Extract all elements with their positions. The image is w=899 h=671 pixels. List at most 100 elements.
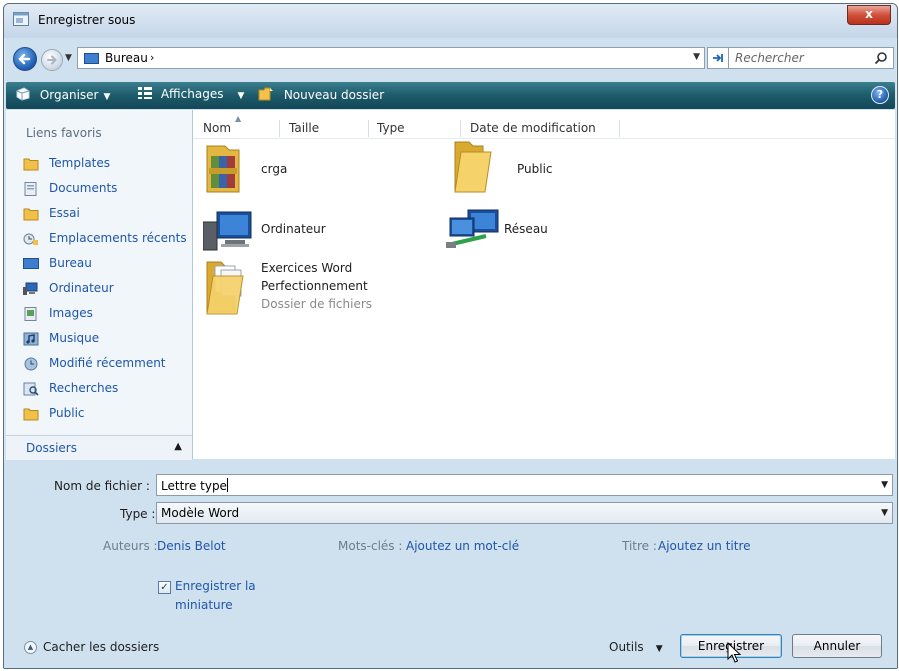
file-item-crga[interactable]: crga	[203, 142, 343, 198]
file-item-public[interactable]: Public	[451, 140, 601, 196]
tools-menu[interactable]: Outils ▼	[609, 640, 663, 654]
column-header-date[interactable]: Date de modification	[470, 121, 596, 135]
pictures-icon	[24, 307, 37, 321]
tools-chevron-icon: ▼	[655, 644, 663, 654]
close-button[interactable]: x	[847, 5, 891, 25]
desktop-icon	[84, 53, 99, 64]
views-icon	[138, 87, 152, 99]
refresh-button[interactable]	[707, 47, 729, 69]
address-bar[interactable]: Bureau › ▼	[77, 47, 705, 69]
file-name: Réseau	[504, 222, 548, 236]
favorite-label: Essai	[49, 206, 80, 220]
folders-toggle[interactable]: Dossiers ▲	[6, 435, 192, 460]
searches-icon	[23, 382, 39, 396]
file-name: Public	[517, 162, 553, 176]
folder-icon	[454, 141, 492, 193]
organize-menu[interactable]: Organiser ▼	[16, 87, 110, 102]
recently-changed-icon	[24, 357, 38, 371]
column-header-type[interactable]: Type	[377, 121, 405, 135]
folder-with-papers-icon	[206, 261, 244, 315]
favorite-label: Images	[49, 306, 93, 320]
desktop-icon	[23, 258, 39, 269]
search-icon[interactable]	[874, 51, 888, 65]
forward-arrow-icon	[47, 55, 57, 65]
column-header-name[interactable]: Nom	[203, 121, 231, 135]
type-dropdown-chevron-icon: ▼	[881, 508, 888, 518]
refresh-icon	[713, 54, 723, 62]
type-select[interactable]: Modèle Word ▼	[156, 502, 893, 524]
file-item-network[interactable]: Réseau	[446, 208, 596, 256]
navigation-bar: ▼ Bureau › ▼ Rechercher	[4, 38, 897, 72]
save-thumbnail-label-line1[interactable]: Enregistrer la	[175, 579, 256, 593]
column-header-size[interactable]: Taille	[289, 121, 319, 135]
recent-pages-chevron-icon[interactable]: ▼	[65, 53, 72, 63]
organize-label: Organiser	[39, 88, 99, 102]
column-divider[interactable]	[460, 120, 461, 137]
save-options: Nom de fichier : Lettre type ▼ Type : Mo…	[4, 460, 897, 668]
favorites-pane: Liens favoris Templates Documents Essai …	[6, 110, 193, 460]
filename-field[interactable]: Lettre type ▼	[156, 474, 893, 496]
filename-label: Nom de fichier :	[54, 479, 150, 493]
forward-button[interactable]	[41, 49, 63, 71]
favorite-label: Emplacements récents	[49, 231, 187, 245]
save-as-icon	[13, 12, 29, 26]
file-item-computer[interactable]: Ordinateur	[203, 208, 353, 256]
type-label: Type :	[120, 507, 156, 521]
column-divider[interactable]	[619, 120, 620, 137]
views-menu[interactable]: Affichages ▼	[138, 87, 244, 101]
winrar-folder-icon	[206, 145, 240, 193]
folder-icon	[23, 408, 39, 421]
window-title: Enregistrer sous	[38, 13, 136, 27]
favorites-header: Liens favoris	[26, 126, 102, 140]
title-value[interactable]: Ajoutez un titre	[658, 539, 751, 553]
views-chevron-icon: ▼	[237, 91, 245, 101]
file-name-line1: Exercices Word	[261, 261, 353, 275]
cancel-button[interactable]: Annuler	[792, 634, 882, 658]
tools-label: Outils	[609, 640, 644, 654]
save-as-dialog: Enregistrer sous x ▼ Bureau › ▼ Recherch…	[3, 3, 898, 669]
address-location[interactable]: Bureau	[105, 51, 148, 65]
keywords-value[interactable]: Ajoutez un mot-clé	[406, 539, 519, 553]
file-item-exercices-word[interactable]: Exercices Word Perfectionnement Dossier …	[203, 260, 393, 318]
keywords-label: Mots-clés :	[338, 539, 403, 553]
network-icon	[446, 209, 499, 248]
save-thumbnail-label-line2[interactable]: miniature	[175, 598, 233, 612]
recent-places-icon	[23, 233, 38, 245]
favorite-label: Public	[49, 406, 85, 420]
music-icon	[23, 332, 39, 346]
help-button[interactable]: ?	[871, 86, 889, 104]
column-divider[interactable]	[368, 120, 369, 137]
mouse-pointer-icon	[727, 642, 741, 663]
address-dropdown-chevron-icon[interactable]: ▼	[693, 52, 700, 62]
column-divider[interactable]	[279, 120, 280, 137]
file-name-line2: Perfectionnement	[261, 279, 368, 293]
favorite-label: Ordinateur	[49, 281, 114, 295]
computer-icon	[203, 211, 252, 251]
organize-icon	[16, 87, 30, 101]
filename-dropdown-chevron-icon[interactable]: ▼	[881, 480, 888, 490]
favorite-label: Documents	[49, 181, 118, 195]
documents-icon	[24, 182, 37, 196]
back-arrow-icon	[18, 53, 31, 65]
title-bar: Enregistrer sous x	[4, 4, 897, 38]
hide-folders-label: Cacher les dossiers	[43, 640, 160, 654]
search-placeholder: Rechercher	[735, 51, 804, 65]
views-label: Affichages	[160, 87, 224, 101]
folder-icon	[23, 158, 39, 171]
breadcrumb-separator[interactable]: ›	[150, 51, 154, 64]
title-label: Titre :	[622, 539, 657, 553]
file-list: Nom ▲ Taille Type Date de modification c…	[193, 110, 895, 459]
file-name: Ordinateur	[261, 222, 326, 236]
organize-chevron-icon: ▼	[103, 92, 111, 102]
file-type-subtitle: Dossier de fichiers	[261, 297, 373, 311]
favorite-label: Bureau	[49, 256, 92, 270]
sort-ascending-icon: ▲	[235, 114, 242, 123]
search-input[interactable]: Rechercher	[728, 47, 894, 69]
type-value: Modèle Word	[161, 506, 240, 520]
new-folder-button[interactable]: Nouveau dossier	[258, 87, 384, 102]
favorite-label: Modifié récemment	[49, 356, 166, 370]
column-headers: Nom ▲ Taille Type Date de modification	[193, 114, 895, 139]
save-thumbnail-checkbox[interactable]: ✓	[158, 581, 171, 594]
authors-value[interactable]: Denis Belot	[157, 539, 226, 553]
back-button[interactable]	[13, 47, 37, 71]
